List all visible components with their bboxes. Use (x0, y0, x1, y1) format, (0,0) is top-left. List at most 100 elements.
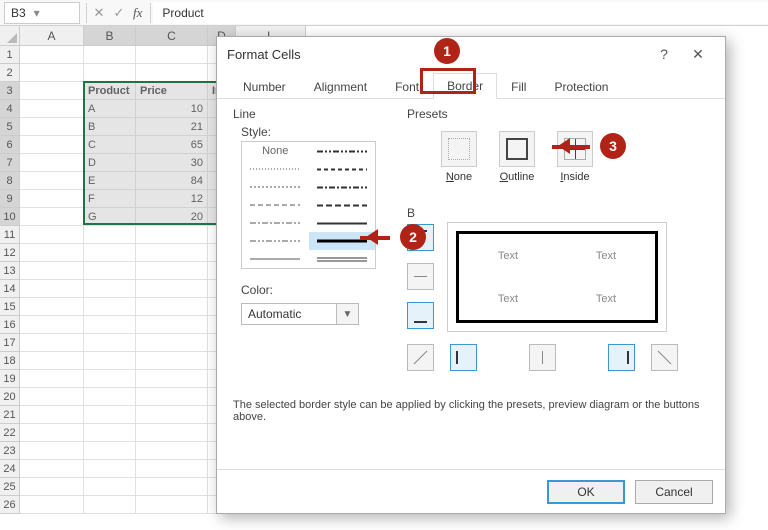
tab-fill[interactable]: Fill (497, 74, 540, 99)
row-header-24[interactable]: 24 (0, 460, 20, 478)
border-diag-up-button[interactable] (407, 344, 434, 371)
line-style-slantdashdot[interactable] (309, 160, 376, 178)
ok-button[interactable]: OK (547, 480, 625, 504)
cell[interactable] (84, 388, 136, 406)
cell[interactable] (20, 496, 84, 514)
cell[interactable] (84, 352, 136, 370)
cell[interactable] (20, 334, 84, 352)
tab-font[interactable]: Font (381, 74, 433, 99)
cell[interactable] (84, 262, 136, 280)
line-style-med-dashed[interactable] (309, 196, 376, 214)
line-style-picker[interactable]: None (241, 141, 376, 269)
line-style-med-dashdotdot[interactable] (309, 142, 376, 160)
border-preview[interactable]: Text Text Text Text (447, 222, 667, 332)
cell[interactable] (84, 226, 136, 244)
cell[interactable] (20, 226, 84, 244)
row-header-20[interactable]: 20 (0, 388, 20, 406)
row-header-7[interactable]: 7 (0, 154, 20, 172)
cell[interactable] (136, 388, 208, 406)
cell[interactable] (136, 352, 208, 370)
cell[interactable] (84, 316, 136, 334)
border-top-button[interactable] (407, 224, 434, 251)
border-left-button[interactable] (450, 344, 477, 371)
line-style-thick[interactable] (309, 232, 376, 250)
line-style-none[interactable]: None (242, 142, 309, 160)
line-style-thin[interactable] (242, 250, 309, 268)
cell[interactable] (20, 316, 84, 334)
cell[interactable] (20, 388, 84, 406)
cell[interactable] (20, 478, 84, 496)
cell[interactable] (136, 478, 208, 496)
cell[interactable] (136, 244, 208, 262)
column-header-A[interactable]: A (20, 26, 84, 46)
preset-outline-button[interactable] (499, 131, 535, 167)
preset-inside-button[interactable] (557, 131, 593, 167)
cell[interactable] (20, 190, 84, 208)
row-header-3[interactable]: 3 (0, 82, 20, 100)
cell[interactable] (20, 442, 84, 460)
cell[interactable] (84, 478, 136, 496)
cell[interactable] (136, 496, 208, 514)
row-header-1[interactable]: 1 (0, 46, 20, 64)
row-header-15[interactable]: 15 (0, 298, 20, 316)
cell[interactable] (136, 316, 208, 334)
row-header-25[interactable]: 25 (0, 478, 20, 496)
cell[interactable] (136, 370, 208, 388)
cell[interactable] (84, 496, 136, 514)
cell[interactable] (20, 118, 84, 136)
row-header-23[interactable]: 23 (0, 442, 20, 460)
cell[interactable] (20, 280, 84, 298)
color-combo-drop[interactable]: ▼ (337, 303, 359, 325)
help-button[interactable]: ? (647, 46, 681, 62)
row-header-2[interactable]: 2 (0, 64, 20, 82)
row-header-8[interactable]: 8 (0, 172, 20, 190)
cell[interactable] (136, 424, 208, 442)
row-header-19[interactable]: 19 (0, 370, 20, 388)
row-header-17[interactable]: 17 (0, 334, 20, 352)
cell[interactable] (84, 298, 136, 316)
tab-alignment[interactable]: Alignment (300, 74, 381, 99)
cell[interactable] (84, 370, 136, 388)
cell[interactable] (136, 460, 208, 478)
row-header-26[interactable]: 26 (0, 496, 20, 514)
cell[interactable] (20, 100, 84, 118)
cell[interactable] (84, 280, 136, 298)
formula-bar[interactable]: Product (153, 2, 768, 24)
cell[interactable] (20, 64, 84, 82)
cell[interactable] (20, 298, 84, 316)
cell[interactable] (136, 46, 208, 64)
border-bottom-button[interactable] (407, 302, 434, 329)
tab-number[interactable]: Number (229, 74, 300, 99)
line-style-dotted[interactable] (242, 178, 309, 196)
line-style-double[interactable] (309, 250, 376, 268)
preset-none-button[interactable] (441, 131, 477, 167)
column-header-B[interactable]: B (84, 26, 136, 46)
cell[interactable] (136, 298, 208, 316)
color-combo[interactable]: Automatic (241, 303, 337, 325)
cancel-button[interactable]: Cancel (635, 480, 713, 504)
row-header-9[interactable]: 9 (0, 190, 20, 208)
row-header-14[interactable]: 14 (0, 280, 20, 298)
cell[interactable] (20, 460, 84, 478)
line-style-hair[interactable] (242, 160, 309, 178)
cell[interactable] (20, 154, 84, 172)
line-style-dashed[interactable] (242, 196, 309, 214)
cell[interactable] (20, 208, 84, 226)
cell[interactable] (84, 64, 136, 82)
line-style-dashdotdot[interactable] (242, 232, 309, 250)
line-style-medium[interactable] (309, 214, 376, 232)
cell[interactable] (20, 424, 84, 442)
row-header-6[interactable]: 6 (0, 136, 20, 154)
row-header-4[interactable]: 4 (0, 100, 20, 118)
select-all-cells[interactable] (0, 26, 20, 46)
tab-border[interactable]: Border (433, 73, 497, 99)
cell[interactable] (84, 424, 136, 442)
chevron-down-icon[interactable]: ▾ (26, 6, 40, 20)
cell[interactable] (136, 406, 208, 424)
cell[interactable] (20, 46, 84, 64)
cell[interactable] (136, 226, 208, 244)
cell[interactable] (84, 460, 136, 478)
row-header-13[interactable]: 13 (0, 262, 20, 280)
fx-icon[interactable]: fx (133, 5, 142, 21)
cell[interactable] (84, 334, 136, 352)
